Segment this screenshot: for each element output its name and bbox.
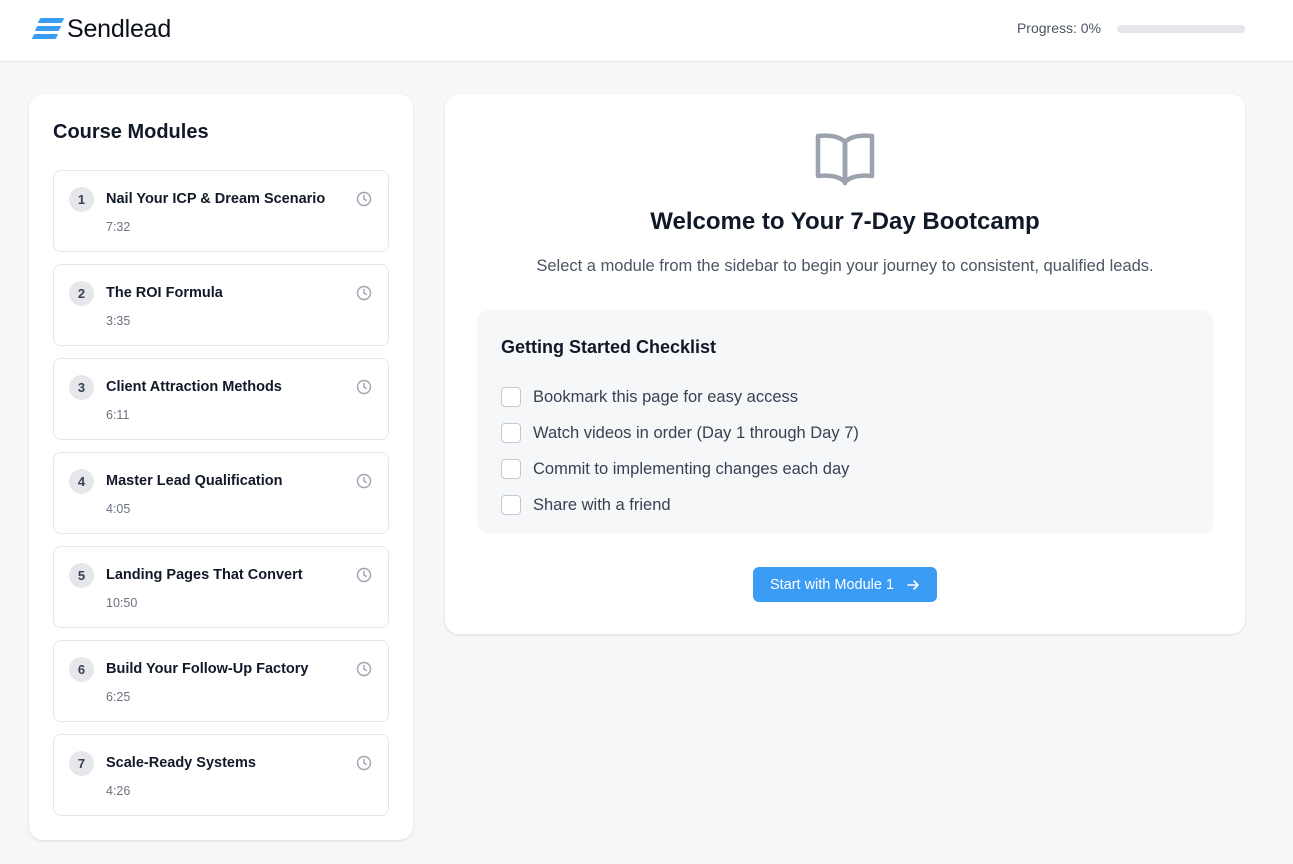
module-item-5[interactable]: 5 Landing Pages That Convert 10:50 [53, 546, 389, 628]
module-duration: 7:32 [106, 220, 131, 234]
checklist-item-label: Commit to implementing changes each day [533, 459, 850, 478]
module-title: Nail Your ICP & Dream Scenario [106, 191, 326, 207]
brand-name: Sendlead [67, 14, 172, 43]
module-duration: 4:26 [106, 784, 131, 798]
arrow-right-icon [907, 579, 919, 590]
stacked-bars-logo-icon [31, 16, 65, 42]
progress-bar [1117, 25, 1245, 33]
module-duration: 10:50 [106, 596, 138, 610]
open-book-icon [815, 133, 875, 186]
module-list: 1 Nail Your ICP & Dream Scenario 7:32 2 … [53, 170, 389, 828]
welcome-panel: Welcome to Your 7-Day Bootcamp Select a … [445, 94, 1245, 634]
module-number-badge: 1 [69, 187, 94, 212]
page-title: Welcome to Your 7-Day Bootcamp [650, 208, 1040, 235]
module-title: Client Attraction Methods [106, 379, 282, 395]
checkbox[interactable] [501, 459, 521, 479]
module-item-1[interactable]: 1 Nail Your ICP & Dream Scenario 7:32 [53, 170, 389, 252]
checkbox[interactable] [501, 423, 521, 443]
module-title: Master Lead Qualification [106, 473, 283, 489]
module-item-3[interactable]: 3 Client Attraction Methods 6:11 [53, 358, 389, 440]
clock-icon [356, 285, 372, 301]
checklist-title: Getting Started Checklist [501, 337, 717, 357]
clock-icon [356, 191, 372, 207]
clock-icon [356, 661, 372, 677]
checklist-item[interactable]: Watch videos in order (Day 1 through Day… [501, 415, 859, 451]
checklist-item-label: Share with a friend [533, 495, 671, 514]
checklist-item[interactable]: Commit to implementing changes each day [501, 451, 859, 487]
module-number-badge: 2 [69, 281, 94, 306]
checklist-item[interactable]: Bookmark this page for easy access [501, 379, 859, 415]
checklist-item[interactable]: Share with a friend [501, 487, 859, 523]
module-title: Scale-Ready Systems [106, 755, 256, 771]
clock-icon [356, 567, 372, 583]
top-bar: Sendlead Progress: 0% [0, 0, 1293, 62]
module-number-badge: 5 [69, 563, 94, 588]
module-item-7[interactable]: 7 Scale-Ready Systems 4:26 [53, 734, 389, 816]
checkbox[interactable] [501, 495, 521, 515]
module-item-6[interactable]: 6 Build Your Follow-Up Factory 6:25 [53, 640, 389, 722]
checklist-item-label: Bookmark this page for easy access [533, 387, 799, 406]
checkbox[interactable] [501, 387, 521, 407]
module-title: The ROI Formula [106, 285, 223, 301]
sidebar-title: Course Modules [53, 121, 209, 143]
module-duration: 6:11 [106, 408, 130, 422]
page-subtitle: Select a module from the sidebar to begi… [536, 257, 1154, 275]
brand-logo[interactable]: Sendlead [31, 14, 171, 44]
module-duration: 6:25 [106, 690, 131, 704]
module-item-4[interactable]: 4 Master Lead Qualification 4:05 [53, 452, 389, 534]
start-module-1-button[interactable]: Start with Module 1 [753, 567, 937, 602]
module-number-badge: 6 [69, 657, 94, 682]
clock-icon [356, 755, 372, 771]
clock-icon [356, 473, 372, 489]
getting-started-checklist: Getting Started Checklist Bookmark this … [477, 310, 1213, 534]
module-title: Landing Pages That Convert [106, 567, 303, 583]
module-number-badge: 4 [69, 469, 94, 494]
checklist-item-label: Watch videos in order (Day 1 through Day… [533, 423, 859, 442]
module-item-2[interactable]: 2 The ROI Formula 3:35 [53, 264, 389, 346]
start-button-label: Start with Module 1 [769, 576, 895, 593]
module-number-badge: 7 [69, 751, 94, 776]
checklist-items: Bookmark this page for easy access Watch… [501, 379, 859, 523]
clock-icon [356, 379, 372, 395]
progress-label: Progress: 0% [1016, 20, 1101, 36]
module-title: Build Your Follow-Up Factory [106, 661, 309, 677]
module-duration: 3:35 [106, 314, 131, 328]
course-modules-sidebar: Course Modules 1 Nail Your ICP & Dream S… [29, 94, 413, 840]
module-duration: 4:05 [106, 502, 131, 516]
module-number-badge: 3 [69, 375, 94, 400]
